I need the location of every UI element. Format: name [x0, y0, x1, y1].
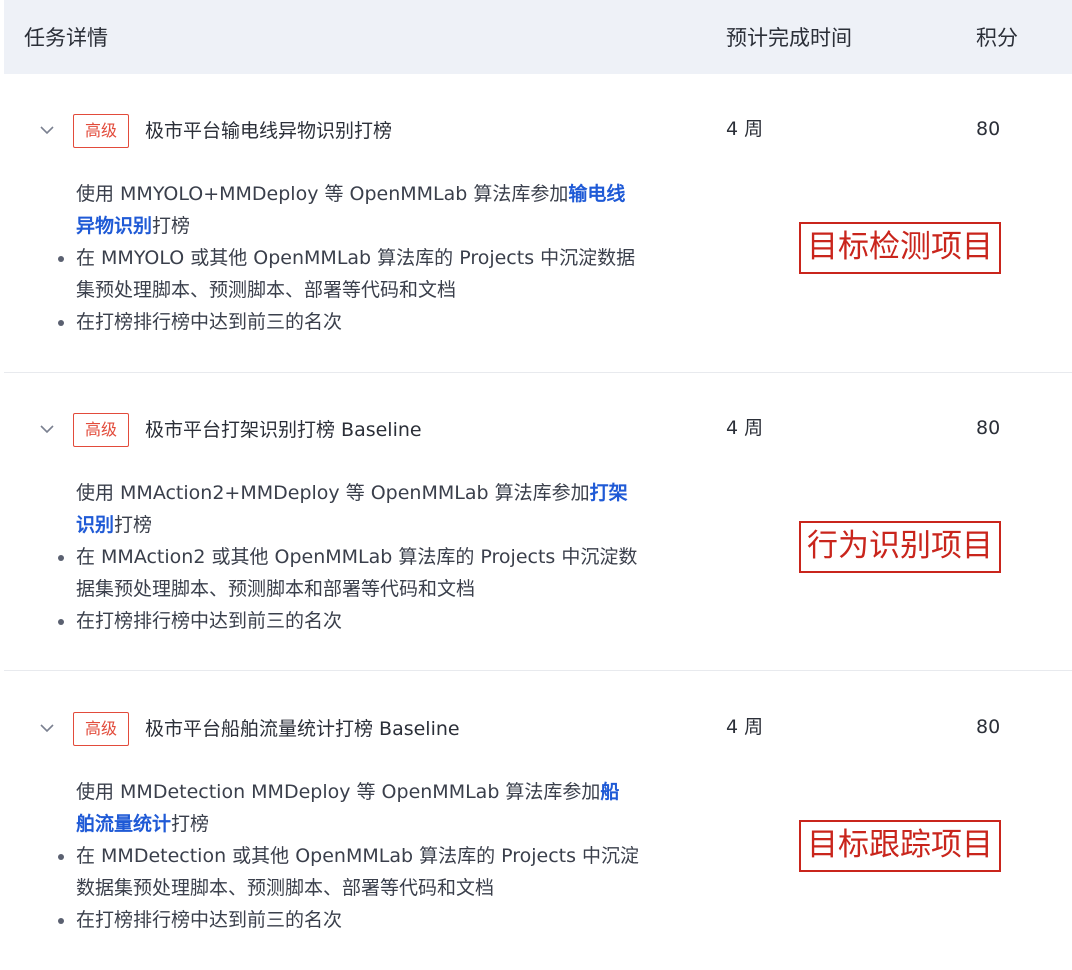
- task-title[interactable]: 极市平台打架识别打榜 Baseline: [145, 417, 422, 443]
- task-row: 高级 极市平台输电线异物识别打榜 4 周 80 使用 MMYOLO+MMDepl…: [4, 74, 1072, 372]
- level-badge: 高级: [73, 712, 129, 746]
- chevron-down-icon[interactable]: [40, 419, 54, 434]
- category-stamp: 目标检测项目: [799, 222, 1001, 274]
- task-description: 使用 MMDetection MMDeploy 等 OpenMMLab 算法库参…: [76, 781, 620, 835]
- task-row: 高级 极市平台打架识别打榜 Baseline 4 周 80 使用 MMActio…: [4, 373, 1072, 671]
- chevron-down-icon[interactable]: [40, 718, 54, 733]
- task-time: 4 周: [726, 716, 764, 738]
- list-item: 在打榜排行榜中达到前三的名次: [56, 904, 696, 936]
- table-header: 任务详情 预计完成时间 积分: [4, 0, 1072, 74]
- list-item: 在打榜排行榜中达到前三的名次: [56, 306, 696, 338]
- list-item: 在打榜排行榜中达到前三的名次: [56, 605, 696, 637]
- task-description: 使用 MMYOLO+MMDeploy 等 OpenMMLab 算法库参加输电线异…: [76, 183, 626, 237]
- task-requirements: 在 MMDetection 或其他 OpenMMLab 算法库的 Project…: [56, 840, 696, 936]
- row-divider: [4, 670, 1072, 671]
- category-stamp: 目标跟踪项目: [799, 820, 1001, 872]
- task-score: 80: [976, 118, 1001, 140]
- level-badge: 高级: [73, 114, 129, 148]
- task-description: 使用 MMAction2+MMDeploy 等 OpenMMLab 算法库参加打…: [76, 482, 628, 536]
- list-item: 在 MMDetection 或其他 OpenMMLab 算法库的 Project…: [56, 840, 696, 904]
- chevron-down-icon[interactable]: [40, 120, 54, 135]
- level-badge: 高级: [73, 413, 129, 447]
- task-score: 80: [976, 417, 1001, 439]
- list-item: 在 MMYOLO 或其他 OpenMMLab 算法库的 Projects 中沉淀…: [56, 242, 696, 306]
- column-header-expected-time: 预计完成时间: [726, 26, 852, 50]
- list-item: 在 MMAction2 或其他 OpenMMLab 算法库的 Projects …: [56, 541, 696, 605]
- task-row: 高级 极市平台船舶流量统计打榜 Baseline 4 周 80 使用 MMDet…: [4, 672, 1072, 970]
- column-header-task-detail: 任务详情: [24, 26, 108, 50]
- category-stamp: 行为识别项目: [799, 521, 1001, 573]
- task-time: 4 周: [726, 118, 764, 140]
- column-header-score: 积分: [976, 26, 1018, 50]
- task-title[interactable]: 极市平台船舶流量统计打榜 Baseline: [145, 716, 460, 742]
- task-score: 80: [976, 716, 1001, 738]
- task-requirements: 在 MMYOLO 或其他 OpenMMLab 算法库的 Projects 中沉淀…: [56, 242, 696, 338]
- task-title[interactable]: 极市平台输电线异物识别打榜: [145, 118, 392, 144]
- task-time: 4 周: [726, 417, 764, 439]
- task-requirements: 在 MMAction2 或其他 OpenMMLab 算法库的 Projects …: [56, 541, 696, 637]
